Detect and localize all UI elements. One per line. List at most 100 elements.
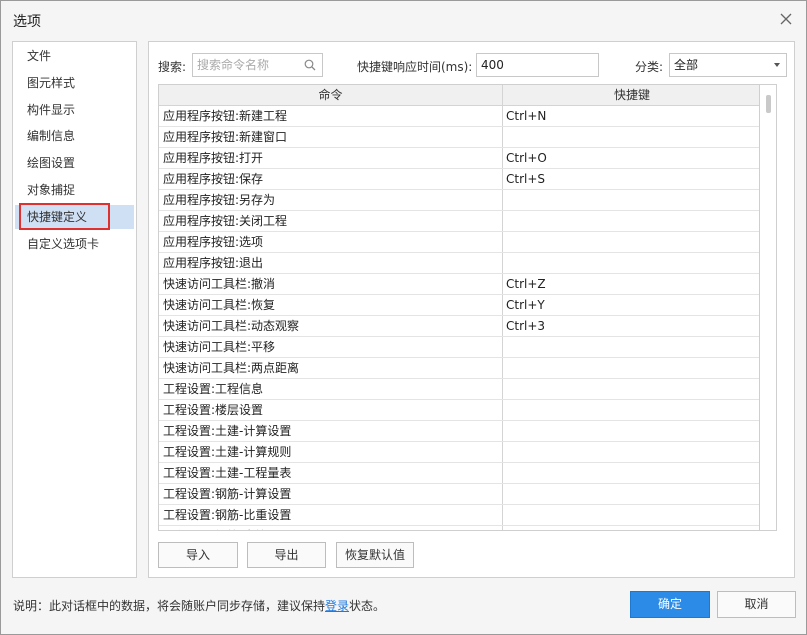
shortcut-cell[interactable]: Ctrl+S — [506, 169, 759, 189]
table-row[interactable]: 应用程序按钮:另存为 — [159, 190, 759, 211]
table-row[interactable]: 工程设置:土建-工程量表 — [159, 463, 759, 484]
note-text-suffix: 状态。 — [349, 599, 386, 613]
table-row[interactable]: 工程设置:土建-计算设置 — [159, 421, 759, 442]
response-time-label: 快捷键响应时间(ms): — [357, 60, 473, 74]
sidebar: 文件 图元样式 构件显示 编制信息 绘图设置 对象捕捉 快捷键定义 自定义选项卡 — [12, 41, 137, 578]
login-link[interactable]: 登录 — [325, 599, 349, 613]
table-row[interactable]: 应用程序按钮:新建工程 Ctrl+N — [159, 106, 759, 127]
command-cell: 应用程序按钮:另存为 — [163, 193, 276, 207]
note-text-prefix: 说明：此对话框中的数据，将会随账户同步存储，建议保持 — [13, 599, 326, 613]
command-cell: 工程设置:钢筋-弯钩设置 — [163, 526, 499, 530]
scrollbar-thumb[interactable] — [766, 95, 771, 113]
shortcut-cell[interactable]: Ctrl+N — [506, 106, 759, 126]
command-cell: 快速访问工具栏:两点距离 — [163, 361, 300, 375]
command-cell: 应用程序按钮:保存 — [163, 172, 264, 186]
command-cell: 快速访问工具栏:恢复 — [163, 298, 276, 312]
shortcut-cell[interactable] — [506, 232, 759, 252]
table-row[interactable]: 应用程序按钮:打开 Ctrl+O — [159, 148, 759, 169]
shortcut-cell[interactable] — [506, 526, 759, 530]
sync-note: 说明：此对话框中的数据，将会随账户同步存储，建议保持登录状态。 — [13, 597, 385, 614]
shortcut-cell[interactable]: Ctrl+Y — [506, 295, 759, 315]
shortcut-cell[interactable] — [506, 337, 759, 357]
sidebar-item-object-snap[interactable]: 对象捕捉 — [15, 178, 134, 202]
title-bar: 选项 — [1, 1, 806, 37]
shortcut-cell[interactable] — [506, 211, 759, 231]
shortcut-cell[interactable] — [506, 484, 759, 504]
column-header-shortcut[interactable]: 快捷键 — [503, 85, 759, 106]
table-header: 命令 快捷键 — [159, 85, 759, 106]
command-cell: 应用程序按钮:关闭工程 — [163, 214, 288, 228]
table-scrollbar[interactable] — [760, 84, 777, 531]
table-row[interactable]: 快速访问工具栏:恢复 Ctrl+Y — [159, 295, 759, 316]
shortcut-cell[interactable] — [506, 127, 759, 147]
table-row[interactable]: 工程设置:工程信息 — [159, 379, 759, 400]
table-row[interactable]: 应用程序按钮:退出 — [159, 253, 759, 274]
search-icon[interactable] — [304, 59, 316, 71]
shortcut-cell[interactable] — [506, 442, 759, 462]
sidebar-item-drawing-settings[interactable]: 绘图设置 — [15, 151, 134, 175]
table-row[interactable]: 应用程序按钮:新建窗口 — [159, 127, 759, 148]
command-cell: 快速访问工具栏:平移 — [163, 340, 276, 354]
sidebar-item-component-display[interactable]: 构件显示 — [15, 98, 134, 122]
table-row[interactable]: 快速访问工具栏:动态观察 Ctrl+3 — [159, 316, 759, 337]
response-time-input[interactable]: 400 — [476, 53, 599, 77]
category-select[interactable]: 全部 — [669, 53, 787, 77]
search-input[interactable] — [193, 54, 301, 76]
table-row[interactable]: 工程设置:钢筋-比重设置 — [159, 505, 759, 526]
shortcut-cell[interactable]: Ctrl+3 — [506, 316, 759, 336]
export-button[interactable]: 导出 — [247, 542, 326, 568]
command-cell: 工程设置:楼层设置 — [163, 403, 264, 417]
table-row[interactable]: 工程设置:钢筋-计算设置 — [159, 484, 759, 505]
table-row[interactable]: 应用程序按钮:关闭工程 — [159, 211, 759, 232]
import-button[interactable]: 导入 — [158, 542, 238, 568]
chevron-down-icon — [774, 63, 780, 67]
shortcut-cell[interactable] — [506, 463, 759, 483]
shortcut-cell[interactable] — [506, 400, 759, 420]
shortcut-table: 命令 快捷键 应用程序按钮:新建工程 Ctrl+N 应用程序按钮:新建窗口 应用程序按… — [158, 84, 760, 531]
close-icon — [780, 13, 792, 25]
sidebar-item-file[interactable]: 文件 — [15, 44, 134, 68]
command-cell: 应用程序按钮:新建窗口 — [163, 130, 288, 144]
table-row[interactable]: 工程设置:土建-计算规则 — [159, 442, 759, 463]
command-cell: 工程设置:土建-计算规则 — [163, 445, 292, 459]
command-cell: 应用程序按钮:新建工程 — [163, 109, 288, 123]
table-row[interactable]: 快速访问工具栏:撤消 Ctrl+Z — [159, 274, 759, 295]
shortcut-cell[interactable]: Ctrl+Z — [506, 274, 759, 294]
ok-button[interactable]: 确定 — [630, 591, 710, 618]
table-row[interactable]: 工程设置:楼层设置 — [159, 400, 759, 421]
cancel-button[interactable]: 取消 — [717, 591, 796, 618]
command-cell: 快速访问工具栏:撤消 — [163, 277, 276, 291]
table-row[interactable]: 快速访问工具栏:两点距离 — [159, 358, 759, 379]
shortcut-cell[interactable] — [506, 379, 759, 399]
restore-defaults-button[interactable]: 恢复默认值 — [336, 542, 414, 568]
table-row[interactable]: 工程设置:钢筋-弯钩设置 — [159, 526, 759, 530]
options-dialog: 选项 文件 图元样式 构件显示 编制信息 绘图设置 对象捕捉 快捷键定义 自定义… — [0, 0, 807, 635]
shortcut-cell[interactable] — [506, 421, 759, 441]
shortcut-panel: 搜索: 快捷键响应时间(ms): 400 分类: 全部 命令 快捷键 应用程序按… — [148, 41, 795, 578]
command-cell: 应用程序按钮:打开 — [163, 151, 264, 165]
sidebar-item-custom-tab[interactable]: 自定义选项卡 — [15, 232, 134, 256]
shortcut-cell[interactable] — [506, 190, 759, 210]
command-cell: 快速访问工具栏:动态观察 — [163, 319, 300, 333]
table-row[interactable]: 应用程序按钮:保存 Ctrl+S — [159, 169, 759, 190]
table-row[interactable]: 快速访问工具栏:平移 — [159, 337, 759, 358]
command-cell: 工程设置:土建-计算设置 — [163, 424, 292, 438]
close-button[interactable] — [776, 9, 796, 29]
category-selected-value: 全部 — [674, 58, 699, 72]
dialog-title: 选项 — [13, 14, 41, 30]
search-label: 搜索: — [158, 60, 187, 74]
shortcut-cell[interactable] — [506, 253, 759, 273]
command-cell: 工程设置:钢筋-计算设置 — [163, 487, 292, 501]
sidebar-item-compile-info[interactable]: 编制信息 — [15, 124, 134, 148]
table-row[interactable]: 应用程序按钮:选项 — [159, 232, 759, 253]
sidebar-item-shortcut-definition[interactable]: 快捷键定义 — [15, 205, 134, 229]
search-box — [192, 53, 323, 77]
column-header-command[interactable]: 命令 — [159, 85, 502, 106]
shortcut-cell[interactable] — [506, 358, 759, 378]
command-cell: 工程设置:土建-工程量表 — [163, 466, 292, 480]
sidebar-item-element-style[interactable]: 图元样式 — [15, 71, 134, 95]
command-cell: 工程设置:工程信息 — [163, 382, 264, 396]
category-label: 分类: — [635, 60, 664, 74]
shortcut-cell[interactable] — [506, 505, 759, 525]
shortcut-cell[interactable]: Ctrl+O — [506, 148, 759, 168]
